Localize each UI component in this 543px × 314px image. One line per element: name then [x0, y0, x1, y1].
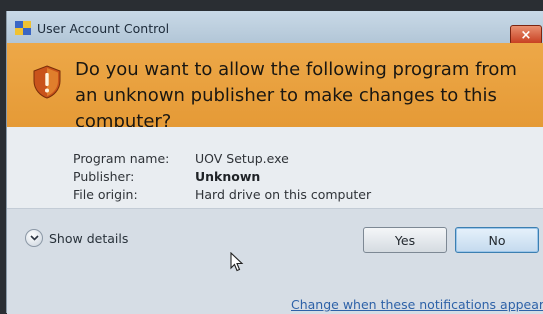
mouse-pointer-icon — [230, 252, 244, 272]
yes-button[interactable]: Yes — [363, 227, 447, 253]
warning-shield-icon — [33, 65, 61, 99]
program-name-value: UOV Setup.exe — [195, 151, 289, 166]
show-details-toggle[interactable]: Show details — [25, 229, 128, 247]
warning-banner: Do you want to allow the following progr… — [7, 43, 543, 132]
publisher-label: Publisher: — [73, 169, 135, 184]
uac-question: Do you want to allow the following progr… — [75, 59, 517, 132]
file-origin-value: Hard drive on this computer — [195, 187, 372, 202]
uac-shield-icon — [15, 21, 31, 35]
show-details-label: Show details — [49, 230, 129, 246]
publisher-value: Unknown — [195, 169, 261, 184]
chevron-down-icon — [25, 229, 43, 247]
window-title: User Account Control — [37, 21, 170, 36]
title-bar: User Account Control × — [7, 11, 543, 45]
close-icon: × — [520, 27, 532, 43]
uac-dialog: User Account Control × Do you want to al… — [6, 11, 543, 314]
program-details: Program name: UOV Setup.exe Publisher: U… — [7, 127, 543, 208]
dialog-footer: Show details Yes No Change when these no… — [7, 208, 543, 314]
close-button[interactable]: × — [510, 25, 542, 45]
no-button[interactable]: No — [455, 227, 539, 253]
notification-settings-link[interactable]: Change when these notifications appear — [291, 297, 543, 312]
program-name-label: Program name: — [73, 151, 170, 166]
file-origin-label: File origin: — [73, 187, 138, 202]
